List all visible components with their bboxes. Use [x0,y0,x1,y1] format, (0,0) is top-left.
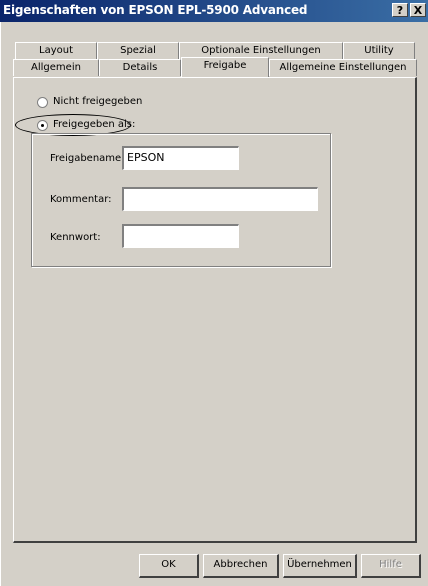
share-name-label: Freigabename: [50,153,125,164]
shared-as-label[interactable]: Freigegeben als: [53,119,135,130]
password-label: Kennwort: [50,232,101,243]
ok-button[interactable]: OK [139,554,199,578]
shared-as-radio[interactable] [37,120,48,131]
tab-layout[interactable]: Layout [15,42,97,59]
tab-details[interactable]: Details [99,59,181,76]
tab-utility[interactable]: Utility [343,42,415,59]
close-button[interactable]: X [410,3,426,17]
not-shared-radio[interactable] [37,97,48,108]
tab-spezial[interactable]: Spezial [97,42,179,59]
password-field[interactable] [122,224,239,248]
not-shared-label[interactable]: Nicht freigegeben [53,96,142,107]
tab-allgemein[interactable]: Allgemein [13,59,99,76]
share-name-field[interactable]: EPSON [122,146,239,170]
tab-allgemeine-einstellungen[interactable]: Allgemeine Einstellungen [269,59,417,76]
cancel-button[interactable]: Abbrechen [203,554,279,578]
tab-freigabe[interactable]: Freigabe [181,57,269,77]
comment-field[interactable] [122,187,318,211]
window-title: Eigenschaften von EPSON EPL-5900 Advance… [3,3,308,17]
help-dialog-button: Hilfe [361,554,421,578]
help-button[interactable]: ? [392,3,408,17]
apply-button[interactable]: Übernehmen [283,554,357,578]
properties-window: Layout Spezial Optionale Einstellungen U… [0,22,428,586]
title-bar[interactable]: Eigenschaften von EPSON EPL-5900 Advance… [0,0,428,22]
comment-label: Kommentar: [50,194,112,205]
